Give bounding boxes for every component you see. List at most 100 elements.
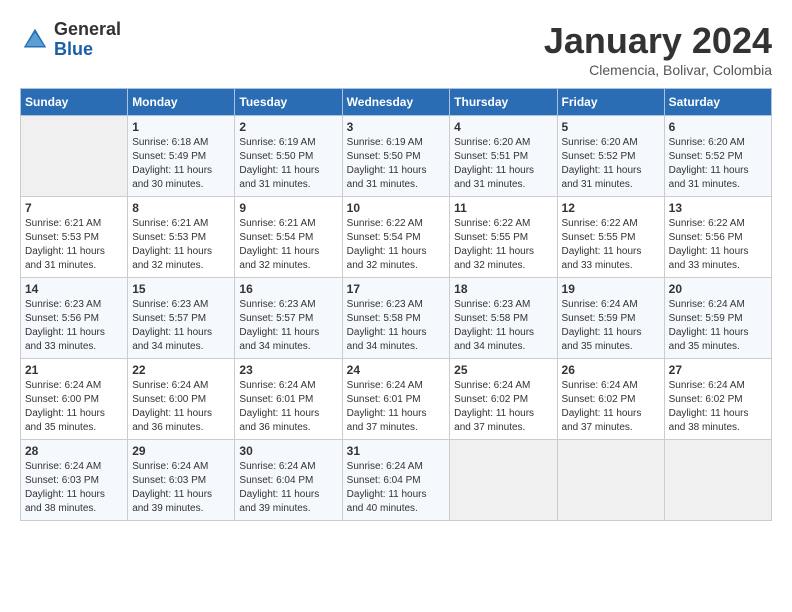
calendar-week-row: 14Sunrise: 6:23 AM Sunset: 5:56 PM Dayli…: [21, 278, 772, 359]
day-number: 13: [669, 201, 767, 215]
day-number: 17: [347, 282, 446, 296]
calendar-cell: 23 Sunrise: 6:24 AM Sunset: 6:01 PM Dayli…: [235, 359, 342, 440]
day-number: 26: [562, 363, 660, 377]
day-info: Sunrise: 6:24 AM Sunset: 5:59 PM Dayligh…: [669, 298, 767, 354]
day-info: Sunrise: 6:20 AM Sunset: 5:52 PM Dayligh…: [669, 136, 767, 192]
day-info: Sunrise: 6:24 AM Sunset: 6:04 PM Dayligh…: [347, 460, 446, 516]
calendar-cell: 25 Sunrise: 6:24 AM Sunset: 6:02 PM Dayli…: [450, 359, 557, 440]
day-number: 8: [132, 201, 230, 215]
calendar-cell: 21 Sunrise: 6:24 AM Sunset: 6:00 PM Dayli…: [21, 359, 128, 440]
logo-text: General Blue: [54, 20, 121, 60]
calendar-cell: [450, 440, 557, 521]
calendar-week-row: 7 Sunrise: 6:21 AM Sunset: 5:53 PM Daylig…: [21, 197, 772, 278]
calendar-cell: 3 Sunrise: 6:19 AM Sunset: 5:50 PM Daylig…: [342, 116, 450, 197]
day-number: 19: [562, 282, 660, 296]
day-info: Sunrise: 6:24 AM Sunset: 6:02 PM Dayligh…: [669, 379, 767, 435]
calendar-table: SundayMondayTuesdayWednesdayThursdayFrid…: [20, 88, 772, 521]
calendar-cell: 13 Sunrise: 6:22 AM Sunset: 5:56 PM Dayli…: [664, 197, 771, 278]
calendar-week-row: 28 Sunrise: 6:24 AM Sunset: 6:03 PM Dayli…: [21, 440, 772, 521]
calendar-cell: 31 Sunrise: 6:24 AM Sunset: 6:04 PM Dayli…: [342, 440, 450, 521]
title-block: January 2024 Clemencia, Bolivar, Colombi…: [544, 20, 772, 78]
day-info: Sunrise: 6:18 AM Sunset: 5:49 PM Dayligh…: [132, 136, 230, 192]
day-info: Sunrise: 6:24 AM Sunset: 6:00 PM Dayligh…: [132, 379, 230, 435]
day-number: 4: [454, 120, 552, 134]
weekday-header: Tuesday: [235, 89, 342, 116]
day-info: Sunrise: 6:23 AM Sunset: 5:57 PM Dayligh…: [239, 298, 337, 354]
day-info: Sunrise: 6:22 AM Sunset: 5:55 PM Dayligh…: [562, 217, 660, 273]
calendar-cell: 16 Sunrise: 6:23 AM Sunset: 5:57 PM Dayli…: [235, 278, 342, 359]
day-number: 7: [25, 201, 123, 215]
logo: General Blue: [20, 20, 121, 60]
day-number: 20: [669, 282, 767, 296]
page-header: General Blue January 2024 Clemencia, Bol…: [20, 20, 772, 78]
month-title: January 2024: [544, 20, 772, 62]
calendar-cell: 9Sunrise: 6:21 AM Sunset: 5:54 PM Daylig…: [235, 197, 342, 278]
calendar-cell: 7 Sunrise: 6:21 AM Sunset: 5:53 PM Daylig…: [21, 197, 128, 278]
calendar-cell: 17 Sunrise: 6:23 AM Sunset: 5:58 PM Dayli…: [342, 278, 450, 359]
calendar-cell: 22Sunrise: 6:24 AM Sunset: 6:00 PM Dayli…: [128, 359, 235, 440]
day-number: 2: [239, 120, 337, 134]
logo-blue: Blue: [54, 39, 93, 59]
calendar-cell: [557, 440, 664, 521]
day-number: 24: [347, 363, 446, 377]
calendar-cell: 27Sunrise: 6:24 AM Sunset: 6:02 PM Dayli…: [664, 359, 771, 440]
calendar-cell: 19 Sunrise: 6:24 AM Sunset: 5:59 PM Dayli…: [557, 278, 664, 359]
weekday-header: Monday: [128, 89, 235, 116]
day-info: Sunrise: 6:24 AM Sunset: 6:00 PM Dayligh…: [25, 379, 123, 435]
day-number: 28: [25, 444, 123, 458]
calendar-cell: 30 Sunrise: 6:24 AM Sunset: 6:04 PM Dayli…: [235, 440, 342, 521]
day-number: 12: [562, 201, 660, 215]
calendar-cell: 24Sunrise: 6:24 AM Sunset: 6:01 PM Dayli…: [342, 359, 450, 440]
day-number: 31: [347, 444, 446, 458]
calendar-week-row: 1 Sunrise: 6:18 AM Sunset: 5:49 PM Daylig…: [21, 116, 772, 197]
day-number: 11: [454, 201, 552, 215]
day-number: 6: [669, 120, 767, 134]
day-number: 25: [454, 363, 552, 377]
day-info: Sunrise: 6:24 AM Sunset: 5:59 PM Dayligh…: [562, 298, 660, 354]
day-info: Sunrise: 6:23 AM Sunset: 5:56 PM Dayligh…: [25, 298, 123, 354]
day-number: 16: [239, 282, 337, 296]
logo-general: General: [54, 19, 121, 39]
day-info: Sunrise: 6:24 AM Sunset: 6:04 PM Dayligh…: [239, 460, 337, 516]
calendar-cell: 12 Sunrise: 6:22 AM Sunset: 5:55 PM Dayli…: [557, 197, 664, 278]
day-number: 23: [239, 363, 337, 377]
day-info: Sunrise: 6:24 AM Sunset: 6:01 PM Dayligh…: [239, 379, 337, 435]
weekday-header: Thursday: [450, 89, 557, 116]
weekday-header: Saturday: [664, 89, 771, 116]
calendar-cell: 1 Sunrise: 6:18 AM Sunset: 5:49 PM Daylig…: [128, 116, 235, 197]
day-number: 9: [239, 201, 337, 215]
calendar-cell: 2Sunrise: 6:19 AM Sunset: 5:50 PM Daylig…: [235, 116, 342, 197]
day-info: Sunrise: 6:21 AM Sunset: 5:53 PM Dayligh…: [132, 217, 230, 273]
weekday-header: Sunday: [21, 89, 128, 116]
calendar-week-row: 21 Sunrise: 6:24 AM Sunset: 6:00 PM Dayli…: [21, 359, 772, 440]
calendar-cell: 18Sunrise: 6:23 AM Sunset: 5:58 PM Dayli…: [450, 278, 557, 359]
day-info: Sunrise: 6:23 AM Sunset: 5:58 PM Dayligh…: [347, 298, 446, 354]
day-number: 1: [132, 120, 230, 134]
calendar-header: SundayMondayTuesdayWednesdayThursdayFrid…: [21, 89, 772, 116]
calendar-cell: 8 Sunrise: 6:21 AM Sunset: 5:53 PM Daylig…: [128, 197, 235, 278]
calendar-cell: 6 Sunrise: 6:20 AM Sunset: 5:52 PM Daylig…: [664, 116, 771, 197]
calendar-cell: 26Sunrise: 6:24 AM Sunset: 6:02 PM Dayli…: [557, 359, 664, 440]
day-info: Sunrise: 6:22 AM Sunset: 5:55 PM Dayligh…: [454, 217, 552, 273]
day-info: Sunrise: 6:24 AM Sunset: 6:02 PM Dayligh…: [454, 379, 552, 435]
calendar-cell: 15Sunrise: 6:23 AM Sunset: 5:57 PM Dayli…: [128, 278, 235, 359]
day-info: Sunrise: 6:24 AM Sunset: 6:03 PM Dayligh…: [132, 460, 230, 516]
day-number: 10: [347, 201, 446, 215]
day-number: 30: [239, 444, 337, 458]
calendar-cell: [21, 116, 128, 197]
location: Clemencia, Bolivar, Colombia: [544, 62, 772, 78]
day-info: Sunrise: 6:19 AM Sunset: 5:50 PM Dayligh…: [347, 136, 446, 192]
weekday-header: Wednesday: [342, 89, 450, 116]
day-number: 3: [347, 120, 446, 134]
day-info: Sunrise: 6:22 AM Sunset: 5:56 PM Dayligh…: [669, 217, 767, 273]
day-info: Sunrise: 6:23 AM Sunset: 5:57 PM Dayligh…: [132, 298, 230, 354]
calendar-cell: 11 Sunrise: 6:22 AM Sunset: 5:55 PM Dayli…: [450, 197, 557, 278]
day-info: Sunrise: 6:20 AM Sunset: 5:51 PM Dayligh…: [454, 136, 552, 192]
day-info: Sunrise: 6:21 AM Sunset: 5:53 PM Dayligh…: [25, 217, 123, 273]
weekday-header: Friday: [557, 89, 664, 116]
calendar-cell: [664, 440, 771, 521]
calendar-cell: 5Sunrise: 6:20 AM Sunset: 5:52 PM Daylig…: [557, 116, 664, 197]
day-number: 21: [25, 363, 123, 377]
weekday-row: SundayMondayTuesdayWednesdayThursdayFrid…: [21, 89, 772, 116]
calendar-cell: 4 Sunrise: 6:20 AM Sunset: 5:51 PM Daylig…: [450, 116, 557, 197]
